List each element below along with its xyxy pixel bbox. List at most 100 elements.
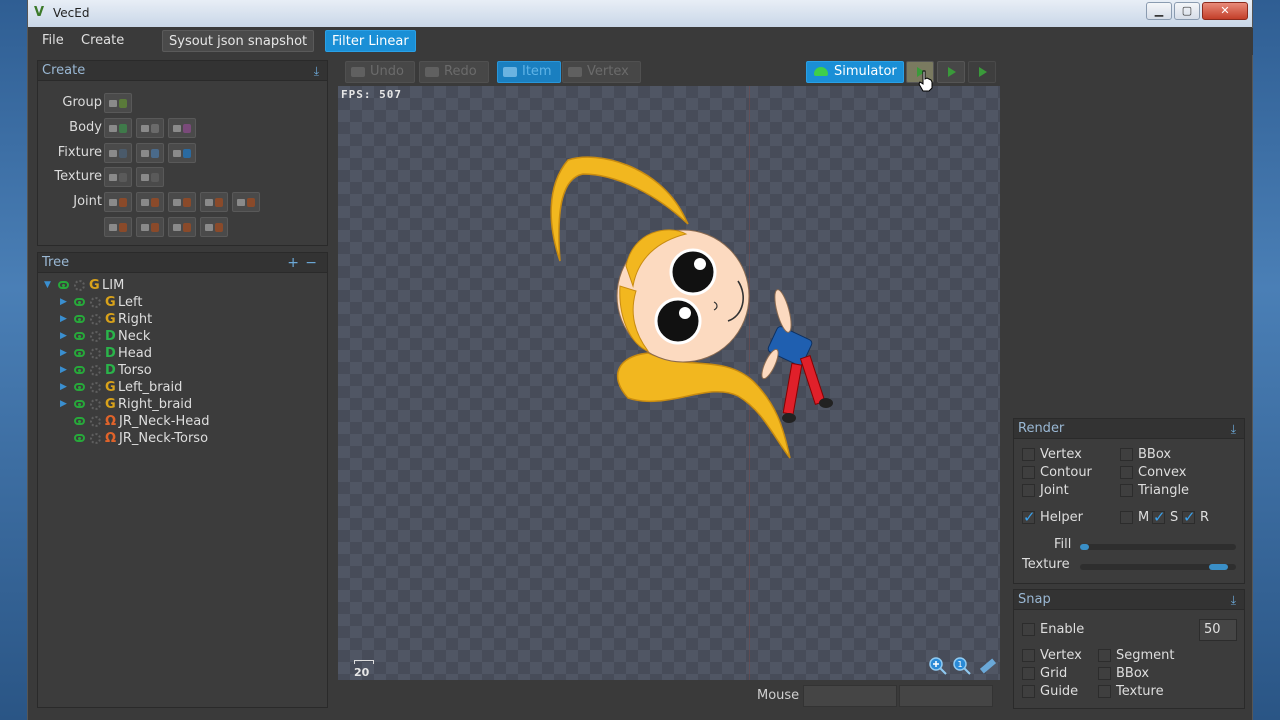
create-joint-pulley-button[interactable]	[200, 192, 228, 212]
create-joint-rope-button[interactable]	[136, 217, 164, 237]
checkbox-box[interactable]	[1152, 508, 1166, 526]
visibility-icon[interactable]	[74, 298, 85, 306]
tree-item[interactable]: ▶ D Torso	[38, 362, 318, 379]
create-fixture-circle-button[interactable]	[104, 143, 132, 163]
create-joint-weld-button[interactable]	[104, 217, 132, 237]
visibility-icon[interactable]	[74, 383, 85, 391]
tree-item[interactable]: ▶ G Right	[38, 311, 318, 328]
create-texture-button[interactable]	[104, 167, 132, 187]
tree-item[interactable]: Ω JR_Neck-Head	[38, 413, 318, 430]
visibility-icon[interactable]	[74, 400, 85, 408]
create-joint-prismatic-button[interactable]	[168, 192, 196, 212]
settings-icon[interactable]	[90, 399, 101, 410]
tree-item[interactable]: ▶ G Left_braid	[38, 379, 318, 396]
create-joint-friction-button[interactable]	[200, 217, 228, 237]
settings-icon[interactable]	[90, 365, 101, 376]
fill-slider[interactable]	[1080, 544, 1236, 550]
settings-icon[interactable]	[90, 416, 101, 427]
stop-button[interactable]	[968, 61, 996, 83]
settings-icon[interactable]	[90, 348, 101, 359]
settings-icon[interactable]	[90, 331, 101, 342]
menu-create[interactable]: Create	[81, 33, 124, 48]
checkbox-box[interactable]	[1098, 685, 1111, 698]
snap-value-input[interactable]: 50	[1199, 619, 1237, 641]
create-joint-gear-button[interactable]	[232, 192, 260, 212]
settings-icon[interactable]	[90, 382, 101, 393]
checkbox-box[interactable]	[1022, 623, 1035, 636]
checkbox-box[interactable]	[1022, 448, 1035, 461]
visibility-icon[interactable]	[74, 366, 85, 374]
settings-icon[interactable]	[90, 297, 101, 308]
settings-icon[interactable]	[90, 433, 101, 444]
visibility-icon[interactable]	[74, 332, 85, 340]
checkbox-box[interactable]	[1022, 685, 1035, 698]
zoom-reset-icon[interactable]: 1	[952, 656, 972, 676]
checkbox-box[interactable]	[1098, 667, 1111, 680]
sysout-json-snapshot-button[interactable]: Sysout json snapshot	[162, 30, 315, 52]
create-fixture-polygon-button[interactable]	[136, 143, 164, 163]
checkbox-box[interactable]	[1022, 508, 1036, 526]
checkbox-box[interactable]	[1120, 511, 1133, 524]
visibility-icon[interactable]	[74, 315, 85, 323]
filter-linear-button[interactable]: Filter Linear	[325, 30, 416, 52]
simulator-button[interactable]: Simulator	[806, 61, 904, 83]
expand-right-icon[interactable]: ▶	[60, 328, 67, 345]
tree-item[interactable]: ▶ D Neck	[38, 328, 318, 345]
checkbox-box[interactable]	[1182, 508, 1196, 526]
create-group-button[interactable]	[104, 93, 132, 113]
character-sprite[interactable]	[508, 146, 858, 476]
visibility-icon[interactable]	[74, 434, 85, 442]
checkbox-box[interactable]	[1022, 484, 1035, 497]
pin-icon[interactable]: ⤓	[1231, 419, 1236, 439]
create-fixture-edge-button[interactable]	[168, 143, 196, 163]
step-button[interactable]	[937, 61, 965, 83]
settings-icon[interactable]	[90, 314, 101, 325]
expand-right-icon[interactable]: ▶	[60, 294, 67, 311]
create-joint-distance-button[interactable]	[136, 192, 164, 212]
create-joint-revolute-button[interactable]	[104, 192, 132, 212]
maximize-button[interactable]: ▢	[1174, 2, 1200, 20]
close-button[interactable]: ✕	[1202, 2, 1248, 20]
create-joint-wheel-button[interactable]	[168, 217, 196, 237]
tree-item[interactable]: Ω JR_Neck-Torso	[38, 430, 318, 447]
create-body-kinematic-button[interactable]	[168, 118, 196, 138]
checkbox-box[interactable]	[1022, 649, 1035, 662]
ruler-icon[interactable]	[978, 656, 998, 676]
zoom-in-icon[interactable]	[928, 656, 948, 676]
expand-down-icon[interactable]: ▼	[44, 277, 51, 294]
checkbox-box[interactable]	[1120, 448, 1133, 461]
redo-button[interactable]: Redo	[419, 61, 489, 83]
texture-slider[interactable]	[1080, 564, 1236, 570]
add-icon[interactable]: +	[287, 253, 299, 273]
vertex-mode-button[interactable]: Vertex	[562, 61, 641, 83]
pin-icon[interactable]: ⤓	[314, 61, 319, 81]
create-texture-alt-button[interactable]	[136, 167, 164, 187]
checkbox-box[interactable]	[1022, 466, 1035, 479]
create-body-dynamic-button[interactable]	[104, 118, 132, 138]
undo-button[interactable]: Undo	[345, 61, 415, 83]
expand-right-icon[interactable]: ▶	[60, 379, 67, 396]
tree-item[interactable]: ▶ G Left	[38, 294, 318, 311]
minimize-button[interactable]: ▁	[1146, 2, 1172, 20]
menu-file[interactable]: File	[42, 33, 64, 48]
expand-right-icon[interactable]: ▶	[60, 362, 67, 379]
tree-item[interactable]: ▼ G LIM	[38, 277, 318, 294]
remove-icon[interactable]: −	[305, 253, 317, 273]
tree-item[interactable]: ▶ D Head	[38, 345, 318, 362]
expand-right-icon[interactable]: ▶	[60, 396, 67, 413]
expand-right-icon[interactable]: ▶	[60, 311, 67, 328]
checkbox-box[interactable]	[1120, 484, 1133, 497]
item-mode-button[interactable]: Item	[497, 61, 561, 83]
create-body-static-button[interactable]	[136, 118, 164, 138]
checkbox-box[interactable]	[1098, 649, 1111, 662]
checkbox-box[interactable]	[1120, 466, 1133, 479]
settings-icon[interactable]	[74, 280, 85, 291]
viewport-canvas[interactable]: FPS: 507 20 1	[338, 86, 1000, 680]
expand-right-icon[interactable]: ▶	[60, 345, 67, 362]
tree-item[interactable]: ▶ G Right_braid	[38, 396, 318, 413]
pin-icon[interactable]: ⤓	[1231, 590, 1236, 610]
checkbox-box[interactable]	[1022, 667, 1035, 680]
visibility-icon[interactable]	[58, 281, 69, 289]
visibility-icon[interactable]	[74, 417, 85, 425]
visibility-icon[interactable]	[74, 349, 85, 357]
